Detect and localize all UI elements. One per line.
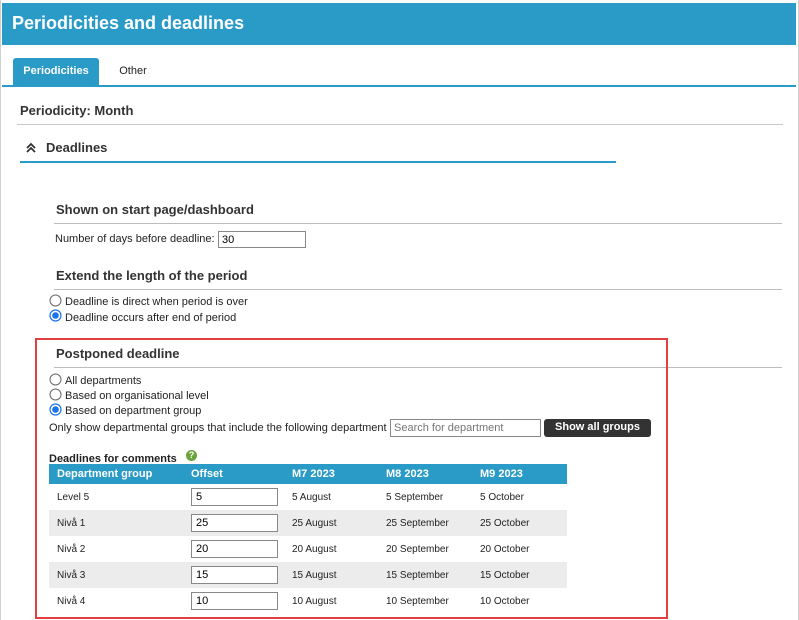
date-cell: 5 August bbox=[292, 491, 331, 503]
offset-input[interactable] bbox=[191, 566, 278, 584]
group-cell: Level 5 bbox=[57, 491, 90, 503]
group-cell: Nivå 4 bbox=[57, 595, 86, 607]
date-cell: 10 September bbox=[386, 595, 449, 607]
table-row: Nivå 1 25 August 25 September 25 October bbox=[49, 510, 567, 536]
group-cell: Nivå 2 bbox=[57, 543, 86, 555]
offset-input[interactable] bbox=[191, 540, 278, 558]
table-row: Nivå 3 15 August 15 September 15 October bbox=[49, 562, 567, 588]
deadlines-table: Department group Offset M7 2023 M8 2023 … bbox=[49, 464, 567, 614]
page-title: Periodicities and deadlines bbox=[12, 13, 245, 33]
group-cell: Nivå 3 bbox=[49, 562, 183, 588]
date-cell: 15 August bbox=[284, 562, 378, 588]
offset-cell bbox=[183, 562, 284, 588]
date-cell: 25 October bbox=[472, 510, 567, 536]
start-page-heading: Shown on start page/dashboard bbox=[56, 202, 254, 217]
radio-label: Based on department group bbox=[65, 405, 202, 417]
filter-label: Only show departmental groups that inclu… bbox=[49, 422, 387, 434]
date-cell: 10 October bbox=[480, 595, 530, 607]
divider bbox=[54, 223, 782, 224]
show-all-groups-button[interactable]: Show all groups bbox=[544, 419, 651, 437]
radio-label: All departments bbox=[65, 375, 142, 387]
table-row: Nivå 2 20 August 20 September 20 October bbox=[49, 536, 567, 562]
radio-org-level[interactable] bbox=[49, 388, 62, 401]
days-before-label: Number of days before deadline: bbox=[55, 233, 215, 245]
divider bbox=[54, 367, 782, 368]
page-header: Periodicities and deadlines bbox=[2, 3, 796, 45]
deadlines-heading: Deadlines bbox=[46, 140, 108, 155]
table-row: Nivå 4 10 August 10 September 10 October bbox=[49, 588, 567, 614]
date-cell: 25 September bbox=[378, 510, 472, 536]
offset-cell bbox=[183, 536, 284, 562]
date-cell: 5 October bbox=[480, 491, 524, 503]
date-cell: 15 October bbox=[472, 562, 567, 588]
date-cell: 25 August bbox=[284, 510, 378, 536]
column-header: Department group bbox=[49, 464, 183, 484]
offset-cell bbox=[183, 484, 284, 510]
deadlines-underline bbox=[20, 161, 616, 163]
offset-input[interactable] bbox=[191, 488, 278, 506]
radio-all-departments[interactable] bbox=[49, 373, 62, 386]
offset-cell bbox=[183, 510, 284, 536]
offset-cell bbox=[183, 588, 284, 614]
column-header: M8 2023 bbox=[378, 464, 472, 484]
table-header-row: Department group Offset M7 2023 M8 2023 … bbox=[49, 464, 567, 484]
extend-period-heading: Extend the length of the period bbox=[56, 268, 248, 283]
offset-input[interactable] bbox=[191, 592, 278, 610]
divider bbox=[54, 289, 782, 290]
date-cell: 20 September bbox=[386, 543, 449, 555]
date-cell: 15 September bbox=[378, 562, 472, 588]
days-before-input[interactable] bbox=[218, 231, 306, 248]
tab-bar: Periodicities Other bbox=[2, 45, 796, 87]
date-cell: 20 October bbox=[480, 543, 530, 555]
radio-label: Deadline occurs after end of period bbox=[65, 312, 237, 324]
column-header: M7 2023 bbox=[284, 464, 378, 484]
radio-deadline-direct[interactable] bbox=[49, 294, 62, 307]
tab-other[interactable]: Other bbox=[106, 58, 160, 85]
date-cell: 10 August bbox=[292, 595, 337, 607]
divider bbox=[17, 124, 783, 125]
radio-label: Deadline is direct when period is over bbox=[65, 296, 248, 308]
help-icon[interactable]: ? bbox=[186, 450, 197, 461]
date-cell: 5 September bbox=[386, 491, 444, 503]
column-header: M9 2023 bbox=[472, 464, 567, 484]
tab-periodicities[interactable]: Periodicities bbox=[13, 58, 99, 85]
table-row: Level 5 5 August 5 September 5 October bbox=[49, 484, 567, 510]
radio-label: Based on organisational level bbox=[65, 390, 209, 402]
group-cell: Nivå 1 bbox=[49, 510, 183, 536]
postponed-heading: Postponed deadline bbox=[56, 346, 180, 361]
offset-input[interactable] bbox=[191, 514, 278, 532]
radio-deadline-after[interactable] bbox=[49, 309, 62, 322]
date-cell: 20 August bbox=[292, 543, 337, 555]
column-header: Offset bbox=[183, 464, 284, 484]
radio-dept-group[interactable] bbox=[49, 403, 62, 416]
double-chevron-up-icon bbox=[24, 141, 38, 155]
department-search-input[interactable] bbox=[390, 419, 541, 437]
periodicity-label: Periodicity: Month bbox=[20, 103, 134, 118]
